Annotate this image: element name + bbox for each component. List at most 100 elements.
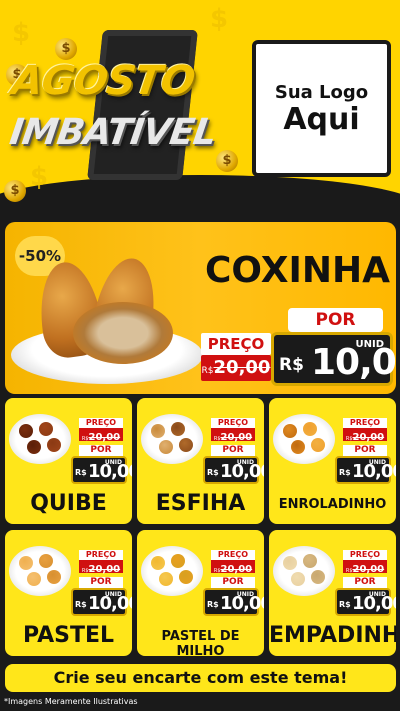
cta-banner[interactable]: Crie seu encarte com este tema! bbox=[5, 664, 396, 692]
food-piece bbox=[39, 554, 53, 568]
old-price-currency: R$ bbox=[81, 436, 89, 442]
new-price: UNIDR$10,00 bbox=[203, 588, 264, 616]
logo-text-line2: Aqui bbox=[283, 101, 360, 137]
dollar-sign-icon: $ bbox=[12, 18, 31, 48]
food-piece bbox=[179, 438, 193, 452]
food-piece bbox=[179, 570, 193, 584]
decorative-frame bbox=[87, 30, 198, 180]
product-card[interactable]: PREÇOR$20,00PORUNIDR$10,00QUIBE bbox=[5, 398, 132, 524]
food-piece bbox=[19, 556, 33, 570]
product-card[interactable]: PREÇOR$20,00PORUNIDR$10,00ESFIHA bbox=[137, 398, 264, 524]
new-price-value: 10,00 bbox=[88, 461, 132, 482]
new-price-currency: R$ bbox=[339, 468, 351, 477]
food-piece bbox=[291, 572, 305, 586]
new-price-currency: R$ bbox=[207, 468, 219, 477]
product-card[interactable]: PREÇOR$20,00PORUNIDR$10,00ENROLADINHO bbox=[269, 398, 396, 524]
por-label: POR bbox=[343, 445, 387, 456]
dollar-sign-icon: $ bbox=[30, 162, 49, 192]
new-price-value: 10,00 bbox=[220, 461, 264, 482]
old-price: R$20,00 bbox=[201, 355, 271, 381]
logo-text-line1: Sua Logo bbox=[274, 81, 369, 103]
old-price: R$20,00 bbox=[79, 428, 123, 443]
product-name: ENROLADINHO bbox=[278, 497, 387, 512]
old-price: R$20,00 bbox=[343, 428, 387, 443]
old-price-value: 20,00 bbox=[213, 357, 271, 378]
old-price: R$20,00 bbox=[211, 428, 255, 443]
preco-label: PREÇO bbox=[211, 550, 255, 560]
product-image bbox=[273, 414, 335, 464]
food-piece bbox=[47, 570, 61, 584]
old-price-value: 20,00 bbox=[220, 564, 253, 575]
old-price-value: 20,00 bbox=[352, 432, 385, 443]
preco-label: PREÇO bbox=[343, 418, 387, 428]
food-piece bbox=[311, 438, 325, 452]
food-piece bbox=[27, 440, 41, 454]
food-piece bbox=[47, 438, 61, 452]
product-name: PASTEL bbox=[22, 623, 115, 648]
por-label: POR bbox=[211, 445, 255, 456]
por-label: POR bbox=[79, 445, 123, 456]
por-label: POR bbox=[343, 577, 387, 588]
food-piece bbox=[303, 422, 317, 436]
new-price-value: 10,00 bbox=[88, 593, 132, 614]
header-dark-wave bbox=[0, 175, 400, 215]
product-image bbox=[9, 546, 71, 596]
new-price-value: 10,00 bbox=[311, 342, 396, 383]
disclaimer-text: *Imagens Meramente Ilustrativas bbox=[4, 697, 138, 706]
product-name: EMPADINHA bbox=[269, 623, 396, 648]
product-card[interactable]: PREÇO R$20,00 PORUNIDR$10,00 PASTEL bbox=[5, 530, 132, 656]
product-card[interactable]: PREÇOR$20,00PORUNIDR$10,00PASTEL DE MILH… bbox=[137, 530, 264, 656]
old-price-currency: R$ bbox=[201, 366, 214, 376]
old-price-value: 20,00 bbox=[352, 564, 385, 575]
product-name: ESFIHA bbox=[155, 491, 246, 516]
new-price-currency: R$ bbox=[279, 355, 304, 375]
food-piece bbox=[283, 424, 297, 438]
food-piece bbox=[39, 422, 53, 436]
new-price: UNIDR$10,00 bbox=[203, 456, 264, 484]
preco-label: PREÇO bbox=[201, 333, 271, 355]
product-name: PASTEL DE MILHO bbox=[161, 629, 240, 656]
product-card[interactable]: PREÇOR$20,00PORUNIDR$10,00EMPADINHA bbox=[269, 530, 396, 656]
featured-product-card[interactable]: -50% COXINHA PREÇO R$20,00 POR UNID R$ 1… bbox=[5, 222, 396, 394]
food-piece bbox=[291, 440, 305, 454]
new-price-value: 10,00 bbox=[352, 461, 396, 482]
food-piece bbox=[159, 572, 173, 586]
new-price: UNID R$ 10,00 bbox=[271, 332, 396, 386]
food-piece bbox=[19, 424, 33, 438]
food-piece bbox=[283, 556, 297, 570]
food-piece bbox=[303, 554, 317, 568]
new-price-currency: R$ bbox=[339, 600, 351, 609]
coin-icon: $ bbox=[4, 180, 26, 202]
food-piece bbox=[171, 554, 185, 568]
preco-label: PREÇO bbox=[211, 418, 255, 428]
food-piece bbox=[171, 422, 185, 436]
old-price-currency: R$ bbox=[81, 568, 89, 574]
old-price-value: 20,00 bbox=[88, 432, 121, 443]
old-price-currency: R$ bbox=[345, 568, 353, 574]
new-price: UNIDR$10,00 bbox=[71, 588, 132, 616]
preco-label: PREÇO bbox=[79, 550, 123, 560]
dollar-sign-icon: $ bbox=[210, 4, 229, 34]
new-price-value: 10,00 bbox=[220, 593, 264, 614]
new-price: UNIDR$10,00 bbox=[335, 588, 396, 616]
old-price-currency: R$ bbox=[213, 436, 221, 442]
logo-placeholder[interactable]: Sua Logo Aqui bbox=[252, 40, 391, 177]
coin-icon: $ bbox=[216, 150, 238, 172]
product-image bbox=[273, 546, 335, 596]
food-piece bbox=[159, 440, 173, 454]
por-label: POR bbox=[288, 308, 383, 332]
promo-title-line1: AGOSTO bbox=[8, 58, 198, 104]
old-price-value: 20,00 bbox=[220, 432, 253, 443]
por-label: POR bbox=[79, 577, 123, 588]
product-image bbox=[141, 414, 203, 464]
old-price-currency: R$ bbox=[213, 568, 221, 574]
product-name: QUIBE bbox=[30, 491, 107, 516]
food-piece bbox=[27, 572, 41, 586]
old-price-value: 20,00 bbox=[88, 564, 121, 575]
preco-label: PREÇO bbox=[343, 550, 387, 560]
food-piece bbox=[151, 424, 165, 438]
preco-label: PREÇO bbox=[79, 418, 123, 428]
old-price-currency: R$ bbox=[345, 436, 353, 442]
product-image bbox=[141, 546, 203, 596]
coin-icon: $ bbox=[55, 38, 77, 60]
